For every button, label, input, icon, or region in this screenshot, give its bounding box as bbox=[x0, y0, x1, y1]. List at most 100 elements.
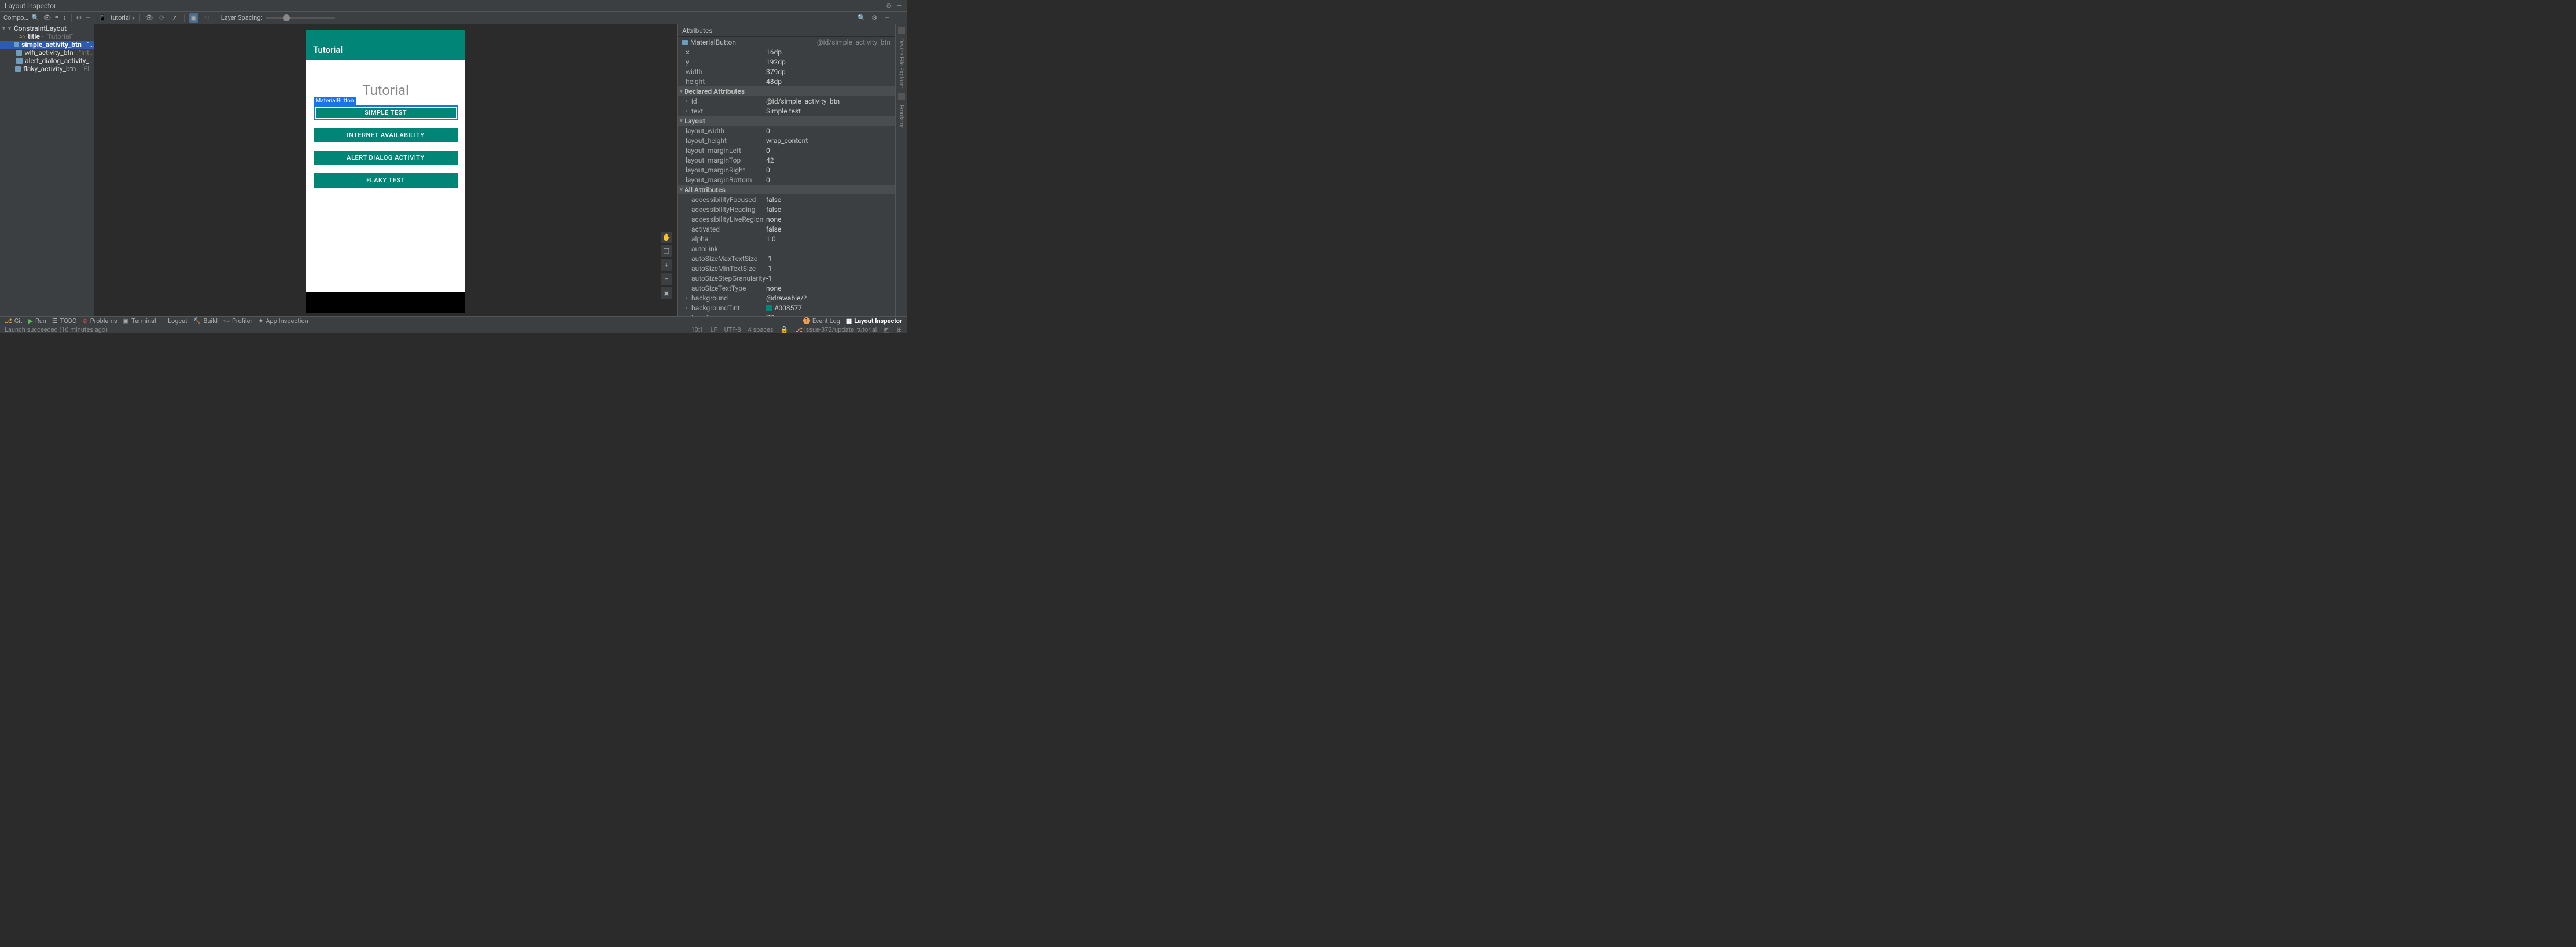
app-bar: Tutorial bbox=[306, 39, 465, 60]
search-icon[interactable]: 🔍 bbox=[32, 13, 40, 23]
filter-icon[interactable]: ≡ bbox=[55, 13, 59, 23]
zoom-in-icon[interactable]: + bbox=[661, 259, 672, 271]
eye-icon[interactable]: 👁 bbox=[43, 13, 51, 23]
tree-item[interactable]: simple_activity_btn- "… bbox=[0, 41, 94, 49]
event-log-tab[interactable]: 1Event Log bbox=[803, 317, 840, 325]
attr-row[interactable]: autoLink bbox=[678, 244, 895, 254]
attr-x: x16dp bbox=[678, 47, 895, 57]
preview-button[interactable]: INTERNET AVAILABILITY bbox=[314, 128, 458, 142]
pan-icon[interactable]: ✋ bbox=[661, 232, 672, 243]
sort-icon[interactable]: ↕ bbox=[62, 13, 67, 23]
gear-icon[interactable]: ⚙ bbox=[886, 2, 892, 10]
preview-button[interactable]: ALERT DIALOG ACTIVITY bbox=[314, 151, 458, 165]
reload-icon[interactable]: ⟲ bbox=[202, 13, 211, 23]
preview-button[interactable]: FLAKY TEST bbox=[314, 173, 458, 188]
gear-icon[interactable]: ⚙ bbox=[870, 13, 879, 23]
attr-row[interactable]: accessibilityLiveRegionnone bbox=[678, 214, 895, 224]
zoom-fit-icon[interactable]: ▣ bbox=[661, 287, 672, 299]
attr-row[interactable]: accessibilityHeadingfalse bbox=[678, 204, 895, 214]
tree-item[interactable]: wifi_activity_btn- "Int… bbox=[0, 49, 94, 57]
tree-panel-label: Compo… bbox=[3, 14, 28, 21]
status-bar: Launch succeeded (16 minutes ago) 10:1 L… bbox=[0, 325, 907, 333]
strip-icon[interactable] bbox=[898, 27, 905, 34]
layout-inspector-tab[interactable]: ▦Layout Inspector bbox=[846, 317, 902, 325]
section-layout[interactable]: ▾Layout bbox=[678, 116, 895, 126]
attr-row[interactable]: autoSizeTextTypenone bbox=[678, 283, 895, 293]
export-icon[interactable]: ↗ bbox=[170, 13, 179, 23]
right-tool-strip: Device File Explorer Emulator bbox=[895, 24, 907, 316]
indent[interactable]: 4 spaces bbox=[748, 326, 774, 333]
selection-tag: MaterialButton bbox=[314, 97, 356, 105]
gear-icon[interactable]: ⚙ bbox=[76, 13, 82, 23]
layers-icon[interactable]: ❐ bbox=[661, 245, 672, 257]
layout-canvas[interactable]: Tutorial Tutorial MaterialButtonSIMPLE T… bbox=[94, 24, 677, 316]
window-titlebar: Layout Inspector ⚙ — bbox=[0, 0, 907, 12]
encoding[interactable]: UTF-8 bbox=[724, 326, 741, 333]
app-inspection-tab[interactable]: ✦App Inspection bbox=[258, 317, 308, 325]
attr-row[interactable]: autoSizeMaxTextSize-1 bbox=[678, 254, 895, 263]
attr-row[interactable]: activatedfalse bbox=[678, 224, 895, 234]
device-icon[interactable]: 📱 bbox=[98, 13, 107, 23]
emulator-tab[interactable]: Emulator bbox=[898, 102, 904, 130]
tree-item[interactable]: flaky_activity_btn- "Fl… bbox=[0, 65, 94, 73]
attr-row[interactable]: alpha1.0 bbox=[678, 234, 895, 244]
attr-layout-marginLeft: layout_marginLeft0 bbox=[678, 145, 895, 155]
preview-button-wrap: FLAKY TEST bbox=[314, 173, 458, 188]
status-message: Launch succeeded (16 minutes ago) bbox=[5, 326, 108, 333]
minimize-panel-icon[interactable]: — bbox=[882, 13, 892, 23]
attr-layout-width: layout_width0 bbox=[678, 126, 895, 135]
section-all[interactable]: ▾All Attributes bbox=[678, 185, 895, 194]
caret-position[interactable]: 10:1 bbox=[691, 326, 703, 333]
status-extra-icon[interactable]: ◩ bbox=[884, 326, 889, 333]
preview-button[interactable]: SIMPLE TEST bbox=[314, 105, 458, 120]
tree-item[interactable]: Abtitle- "Tutorial" bbox=[0, 32, 94, 41]
search-attributes-icon[interactable]: 🔍 bbox=[857, 13, 866, 23]
device-file-explorer-tab[interactable]: Device File Explorer bbox=[898, 36, 904, 91]
minimize-icon[interactable]: — bbox=[897, 2, 902, 10]
zoom-out-icon[interactable]: − bbox=[661, 273, 672, 285]
attributes-panel: Attributes MaterialButton @id/simple_act… bbox=[677, 24, 895, 316]
todo-tab[interactable]: ☰TODO bbox=[52, 317, 77, 325]
refresh-icon[interactable]: ⟳ bbox=[157, 13, 167, 23]
terminal-tab[interactable]: ▣Terminal bbox=[123, 317, 156, 325]
status-extra-icon[interactable]: ⊞ bbox=[897, 326, 902, 333]
layer-spacing-label: Layer Spacing: bbox=[221, 14, 262, 21]
preview-button-wrap: ALERT DIALOG ACTIVITY bbox=[314, 151, 458, 165]
profiler-tab[interactable]: 〰Profiler bbox=[223, 316, 252, 325]
layer-spacing-slider[interactable] bbox=[266, 17, 335, 19]
selected-component-row[interactable]: MaterialButton @id/simple_activity_btn bbox=[678, 37, 895, 47]
view-icon bbox=[16, 50, 22, 56]
attr-row[interactable]: ›backgroundTint#008577 bbox=[678, 303, 895, 313]
attr-width: width379dp bbox=[678, 67, 895, 76]
run-tab[interactable]: ▶Run bbox=[28, 317, 46, 325]
build-tab[interactable]: 🔨Build bbox=[193, 317, 218, 325]
view-icon bbox=[16, 58, 22, 64]
heading-text: Tutorial bbox=[362, 82, 409, 98]
attr-row[interactable]: autoSizeStepGranularity-1 bbox=[678, 273, 895, 283]
attr-row[interactable]: autoSizeMinTextSize-1 bbox=[678, 263, 895, 273]
process-selector[interactable]: tutorial ▾ bbox=[111, 14, 135, 21]
line-separator[interactable]: LF bbox=[711, 326, 717, 333]
problems-tab[interactable]: ⊘Problems bbox=[83, 317, 117, 325]
tree-item[interactable]: alert_dialog_activity_… bbox=[0, 57, 94, 65]
bottom-toolbar: ⎇Git ▶Run ☰TODO ⊘Problems ▣Terminal ≡Log… bbox=[0, 316, 907, 325]
git-branch[interactable]: ⎇issue-372/update_tutorial bbox=[795, 326, 877, 333]
main-toolbar: Compo… 🔍 👁 ≡ ↕ ⚙ — 📱 tutorial ▾ 👁 ⟳ ↗ ▣ … bbox=[0, 12, 907, 24]
mode-3d-icon[interactable]: ▣ bbox=[189, 13, 198, 23]
git-tab[interactable]: ⎇Git bbox=[5, 317, 22, 325]
component-tree[interactable]: ▾▾ ConstraintLayout Abtitle- "Tutorial"s… bbox=[0, 24, 94, 316]
attr-id: ›id@id/simple_activity_btn bbox=[678, 96, 895, 106]
logcat-tab[interactable]: ≡Logcat bbox=[162, 317, 187, 325]
strip-icon[interactable] bbox=[898, 93, 905, 100]
minimize-panel-icon[interactable]: — bbox=[85, 13, 90, 23]
tree-root[interactable]: ▾▾ ConstraintLayout bbox=[0, 24, 94, 32]
attr-row[interactable]: accessibilityFocusedfalse bbox=[678, 194, 895, 204]
section-declared[interactable]: ▾Declared Attributes bbox=[678, 86, 895, 96]
window-title: Layout Inspector bbox=[5, 2, 886, 10]
eye-icon[interactable]: 👁 bbox=[145, 13, 154, 23]
lock-icon[interactable]: 🔒 bbox=[781, 326, 789, 333]
preview-button-wrap: MaterialButtonSIMPLE TEST bbox=[314, 105, 458, 120]
attr-layout-marginTop: layout_marginTop42 bbox=[678, 155, 895, 165]
attr-row[interactable]: ›background@drawable/? bbox=[678, 293, 895, 303]
attr-y: y192dp bbox=[678, 57, 895, 67]
